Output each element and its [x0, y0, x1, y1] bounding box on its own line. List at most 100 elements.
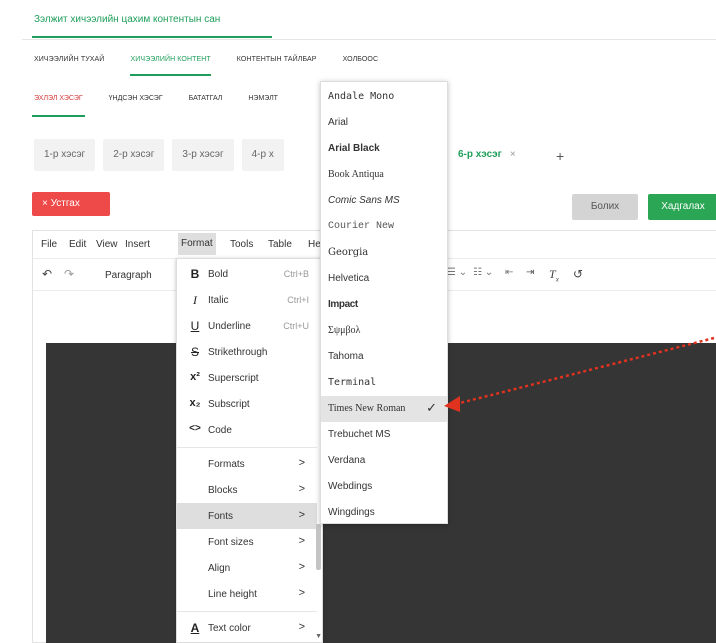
bullet-list-icon[interactable]: ☰ ⌄ [447, 267, 467, 278]
main-tab-about[interactable]: ХИЧЭЭЛИЙН ТУХАЙ [34, 56, 104, 76]
format-line-height[interactable]: Line height > [177, 581, 317, 607]
format-align[interactable]: Align > [177, 555, 317, 581]
menu-help[interactable]: He [308, 239, 321, 250]
format-fonts[interactable]: Fonts > [177, 503, 317, 529]
format-strikethrough[interactable]: S Strikethrough [177, 339, 317, 365]
menu-divider [177, 611, 317, 612]
chevron-right-icon: > [298, 561, 305, 573]
menu-view[interactable]: View [96, 239, 118, 250]
format-superscript-label: Superscript [208, 373, 259, 384]
font-option[interactable]: Andale Mono [321, 84, 447, 110]
format-line-height-label: Line height [208, 589, 257, 600]
format-underline[interactable]: U Underline Ctrl+U [177, 313, 317, 339]
format-text-color-label: Text color [208, 623, 251, 634]
page-title-underline [32, 36, 272, 38]
font-option[interactable]: Courier New [321, 214, 447, 240]
page-title[interactable]: Зэлжит хичээлийн цахим контентын сан [34, 14, 220, 25]
paragraph-select[interactable]: Paragraph [105, 270, 152, 281]
section-tab-6[interactable]: 6-р хэсэг × [448, 139, 526, 171]
format-italic-shortcut: Ctrl+I [287, 295, 309, 305]
sub-tab-intro[interactable]: ЭХЛЭЛ ХЭСЭГ [32, 95, 85, 121]
font-option-label: Times New Roman [328, 403, 406, 414]
format-bold[interactable]: B Bold Ctrl+B [177, 261, 317, 287]
format-font-sizes[interactable]: Font sizes > [177, 529, 317, 555]
main-tab-description[interactable]: КОНТЕНТЫН ТАЙЛБАР [237, 56, 317, 76]
undo-icon[interactable]: ↶ [42, 267, 52, 281]
format-superscript[interactable]: x² Superscript [177, 365, 317, 391]
chevron-right-icon: > [298, 621, 305, 633]
format-menu: B Bold Ctrl+B I Italic Ctrl+I U Underlin… [176, 258, 323, 643]
format-subscript-label: Subscript [208, 399, 250, 410]
font-option[interactable]: Arial Black [321, 136, 447, 162]
format-text-color[interactable]: A Text color > [177, 615, 317, 641]
outdent-icon[interactable]: ⇤ [505, 267, 513, 278]
font-option[interactable]: Tahoma [321, 344, 447, 370]
font-option[interactable]: Trebuchet MS [321, 422, 447, 448]
sub-tab-reinforce[interactable]: БАТАТГАЛ [189, 95, 223, 121]
clear-format-icon[interactable]: Tx [549, 267, 559, 283]
font-option-label: Courier New [328, 221, 395, 232]
menu-file[interactable]: File [41, 239, 57, 250]
format-align-label: Align [208, 563, 231, 574]
format-strikethrough-label: Strikethrough [208, 347, 268, 358]
font-option[interactable]: Σψμβολ [321, 318, 447, 344]
menu-edit[interactable]: Edit [69, 239, 86, 250]
save-button[interactable]: Хадгалах [648, 194, 716, 220]
format-bold-shortcut: Ctrl+B [283, 269, 309, 279]
annotation-arrow [444, 336, 715, 412]
section-tab-6-label: 6-р хэсэг [458, 149, 502, 160]
font-option[interactable]: Webdings [321, 474, 447, 500]
menu-format[interactable]: Format [178, 233, 216, 255]
numbered-list-icon[interactable]: ☷ ⌄ [473, 267, 493, 278]
format-blocks-label: Blocks [208, 485, 238, 496]
add-section-icon[interactable]: + [556, 148, 564, 164]
font-option[interactable]: Book Antiqua [321, 162, 447, 188]
italic-icon: I [193, 293, 197, 307]
format-blocks[interactable]: Blocks > [177, 477, 317, 503]
font-option[interactable]: Arial [321, 110, 447, 136]
format-code-label: Code [208, 425, 232, 436]
menu-tools[interactable]: Tools [230, 239, 253, 250]
format-underline-shortcut: Ctrl+U [283, 321, 309, 331]
font-option[interactable]: Helvetica [321, 266, 447, 292]
section-tab-1[interactable]: 1-р хэсэг [34, 139, 96, 171]
scroll-down-icon[interactable]: ▼ [315, 633, 322, 640]
font-option[interactable]: Georgia [321, 240, 447, 266]
main-tab-links[interactable]: ХОЛБООС [343, 56, 379, 76]
sub-tab-extra[interactable]: НЭМЭЛТ [248, 95, 278, 121]
font-option-selected[interactable]: Times New Roman ✓ [321, 396, 447, 422]
menu-divider [177, 447, 317, 448]
section-tab-4[interactable]: 4-р х [241, 139, 284, 171]
checkmark-icon: ✓ [426, 400, 437, 415]
section-tabs: 1-р хэсэг 2-р хэсэг 3-р хэсэг 4-р х [34, 139, 284, 171]
sub-tab-main[interactable]: ҮНДСЭН ХЭСЭГ [109, 95, 163, 121]
underline-icon: U [190, 319, 200, 333]
font-option[interactable]: Impact [321, 292, 447, 318]
font-option-label: Webdings [328, 481, 373, 492]
section-tab-2[interactable]: 2-р хэсэг [103, 139, 165, 171]
menu-scrollbar[interactable] [316, 524, 321, 570]
delete-button[interactable]: × Устгах [32, 192, 110, 216]
font-option-label: Impact [328, 299, 358, 310]
redo-icon[interactable]: ↷ [64, 267, 74, 281]
font-option-label: Helvetica [328, 273, 370, 284]
main-tab-content[interactable]: ХИЧЭЭЛИЙН КОНТЕНТ [130, 56, 212, 76]
font-option[interactable]: Wingdings [321, 500, 447, 526]
sub-nav: ЭХЛЭЛ ХЭСЭГ ҮНДСЭН ХЭСЭГ БАТАТГАЛ НЭМЭЛТ [32, 95, 278, 121]
font-option[interactable]: Terminal [321, 370, 447, 396]
section-tab-3[interactable]: 3-р хэсэг [172, 139, 234, 171]
font-option[interactable]: Comic Sans MS [321, 188, 447, 214]
menu-insert[interactable]: Insert [125, 239, 150, 250]
close-icon[interactable]: × [510, 149, 516, 160]
font-option[interactable]: Verdana [321, 448, 447, 474]
indent-icon[interactable]: ⇥ [526, 267, 534, 278]
format-subscript[interactable]: x₂ Subscript [177, 391, 317, 417]
menu-table[interactable]: Table [268, 239, 292, 250]
format-code[interactable]: <> Code [177, 417, 317, 443]
font-option-label: Trebuchet MS [328, 429, 391, 440]
history-icon[interactable]: ↺ [573, 267, 583, 281]
cancel-button[interactable]: Болих [572, 194, 638, 220]
font-option-label: Tahoma [328, 351, 364, 362]
format-italic[interactable]: I Italic Ctrl+I [177, 287, 317, 313]
format-formats[interactable]: Formats > [177, 451, 317, 477]
